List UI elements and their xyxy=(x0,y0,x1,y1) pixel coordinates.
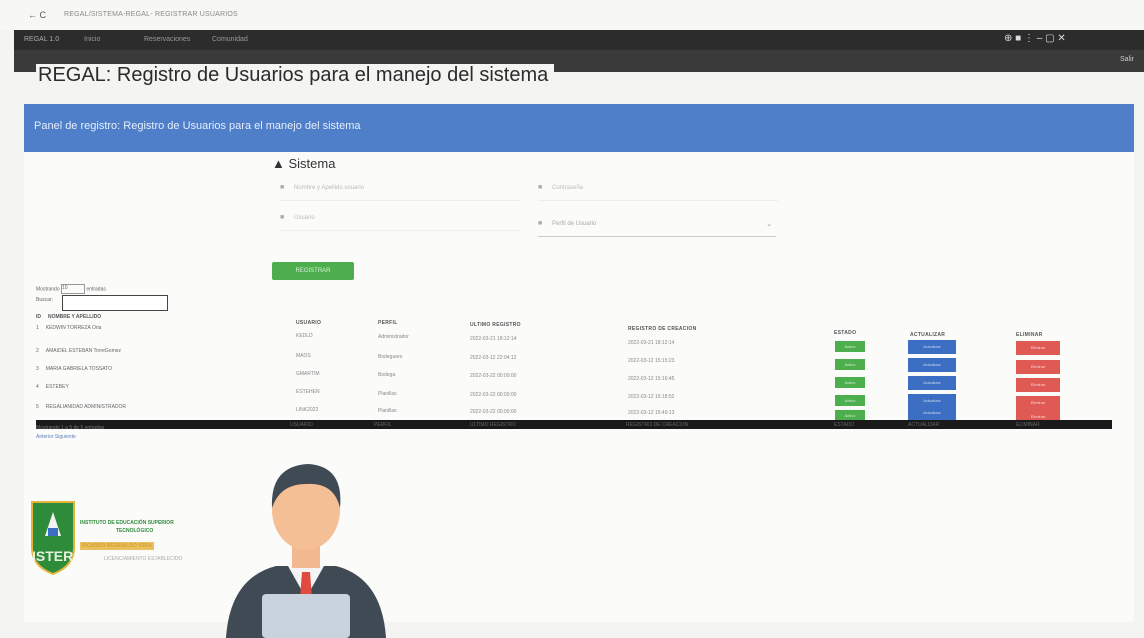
left-table-header: ID NOMBRE Y APELLIDO xyxy=(36,314,102,320)
cell-ultimo: 2022-03-22 00:00:00 xyxy=(470,373,517,379)
col-header-actualizar: ACTUALIZAR xyxy=(910,332,946,338)
table-footer-bar: USUARIO PERFIL ULTIMO REGISTRO REGISTRO … xyxy=(36,420,1112,429)
list-item: 3 MARIA GABRIELA TOSSATO xyxy=(36,366,113,372)
delete-button[interactable]: Eliminar xyxy=(1016,396,1060,410)
password-field[interactable]: ■ Contraseña xyxy=(538,178,778,201)
top-navbar: REGAL 1.0 Inicio Reservaciones Comunidad… xyxy=(14,30,1144,50)
cell-ultimo: 2022-03-22 00:00:00 xyxy=(470,392,517,398)
username-field[interactable]: ■ Usuario xyxy=(280,208,520,231)
logout-link[interactable]: Salir xyxy=(1120,56,1134,63)
update-button[interactable]: Actualizar xyxy=(908,340,956,354)
length-control: Mostrando 10 entradas xyxy=(36,284,106,294)
institution-subtitle: RICARDO REGINALDO VERA xyxy=(80,542,155,550)
status-badge[interactable]: Activo xyxy=(835,395,865,406)
cell-creacion: 2022-03-21 18:12:14 xyxy=(628,340,675,346)
cell-ultimo: 2022-03-21 18:12:14 xyxy=(470,336,517,342)
cell-creacion: 2022-03-12 15:15:23 xyxy=(628,358,675,364)
ister-logo xyxy=(31,501,75,576)
nav-link-inicio[interactable]: Inicio xyxy=(84,36,100,43)
panel-heading: Panel de registro: Registro de Usuarios … xyxy=(24,104,1134,152)
length-select[interactable]: 10 xyxy=(61,284,86,294)
cell-perfil: Bodeguero xyxy=(378,354,403,360)
cell-ultimo: 2022-03-22 00:00:00 xyxy=(470,409,517,415)
address-bar[interactable]: REGAL/SISTEMA-REGAL- REGISTRAR USUARIOS xyxy=(64,11,238,18)
list-icon: ■ xyxy=(538,220,543,227)
browser-nav-icons[interactable]: ← C xyxy=(28,10,46,20)
lock-icon: ■ xyxy=(538,184,543,191)
logo-text: ISTER xyxy=(32,548,74,564)
nav-link-reservaciones[interactable]: Reservaciones xyxy=(144,36,190,43)
cell-usuario: ESTEHEN xyxy=(296,389,320,395)
cell-usuario: LINK2022 xyxy=(296,407,319,413)
cell-creacion: 2022-03-12 15:49:13 xyxy=(628,410,675,416)
col-header-perfil: PERFIL xyxy=(378,320,398,326)
table-info: Mostrando 1 a 5 de 5 entradas xyxy=(36,425,105,431)
cell-usuario: KEDLD xyxy=(296,333,313,339)
cell-perfil: Planillas xyxy=(378,391,397,397)
institution-name: INSTITUTO DE EDUCACIÓN SUPERIOR xyxy=(80,520,174,526)
user-field-icon: ■ xyxy=(280,214,285,221)
nav-link-comunidad[interactable]: Comunidad xyxy=(212,36,248,43)
user-icon: ▲ xyxy=(272,156,285,171)
list-item: 1 KEDWIN TORREZA Oria xyxy=(36,325,102,331)
cell-perfil: Planillas xyxy=(378,408,397,414)
institution-note: LICENCIAMIENTO ESTABLECIDO xyxy=(104,556,183,562)
cell-perfil: Administrador xyxy=(378,334,409,340)
update-button[interactable]: Actualizar xyxy=(908,376,956,390)
status-badge[interactable]: Activo xyxy=(835,377,865,388)
list-item: 2 AMAIDEL ESTEBAN TorreGomez xyxy=(36,348,122,354)
section-title-text: Sistema xyxy=(288,156,336,171)
name-field[interactable]: ■ Nombre y Apellido usuario xyxy=(280,178,520,201)
section-title: ▲ Sistema xyxy=(272,156,335,171)
col-header-estado: ESTADO xyxy=(834,330,857,336)
col-header-creacion: REGISTRO DE CREACION xyxy=(628,326,697,332)
update-button[interactable]: Actualizar xyxy=(908,406,956,420)
cell-usuario: GMARTIM xyxy=(296,371,320,377)
delete-button[interactable]: Eliminar xyxy=(1016,341,1060,355)
status-badge[interactable]: Activo xyxy=(835,341,865,352)
user-avatar-illustration xyxy=(226,464,386,638)
register-button[interactable]: REGISTRAR xyxy=(272,262,354,280)
cell-creacion: 2022-03-12 15:18:52 xyxy=(628,394,675,400)
panel-heading-text: Panel de registro: Registro de Usuarios … xyxy=(34,120,361,132)
cell-creacion: 2022-03-12 15:16:45 xyxy=(628,376,675,382)
page-title: REGAL: Registro de Usuarios para el mane… xyxy=(36,64,555,87)
list-item: 5 REGALIANIDAD ADMINISTRADOR xyxy=(36,404,127,410)
cell-ultimo: 2022-03-12 22:04:12 xyxy=(470,355,517,361)
delete-button[interactable]: Eliminar xyxy=(1016,360,1060,374)
browser-toolbar: ← C REGAL/SISTEMA-REGAL- REGISTRAR USUAR… xyxy=(0,0,1144,30)
update-button[interactable]: Actualizar xyxy=(908,358,956,372)
col-header-usuario: USUARIO xyxy=(296,320,322,326)
status-badge[interactable]: Activo xyxy=(835,359,865,370)
pagination[interactable]: Anterior Siguiente xyxy=(36,434,76,440)
delete-button[interactable]: Eliminar xyxy=(1016,378,1060,392)
navbar-brand[interactable]: REGAL 1.0 xyxy=(24,36,59,43)
list-item: 4 ESTEBEY xyxy=(36,384,69,390)
cell-usuario: MAOS xyxy=(296,353,311,359)
search-input[interactable] xyxy=(62,295,168,311)
col-header-ultimo: ULTIMO REGISTRO xyxy=(470,322,521,328)
col-header-eliminar: ELIMINAR xyxy=(1016,332,1043,338)
cell-perfil: Bodega xyxy=(378,372,396,378)
chevron-down-icon: ⌄ xyxy=(766,221,772,228)
institution-type: TECNOLÓGICO xyxy=(116,528,154,534)
profile-select[interactable]: ■ Perfil de Usuario ⌄ xyxy=(538,214,776,237)
search-label: Buscar: xyxy=(36,297,53,303)
user-field-icon: ■ xyxy=(280,184,285,191)
window-controls[interactable]: ⊕ ■ ⋮ – ▢ ✕ xyxy=(1004,33,1066,44)
